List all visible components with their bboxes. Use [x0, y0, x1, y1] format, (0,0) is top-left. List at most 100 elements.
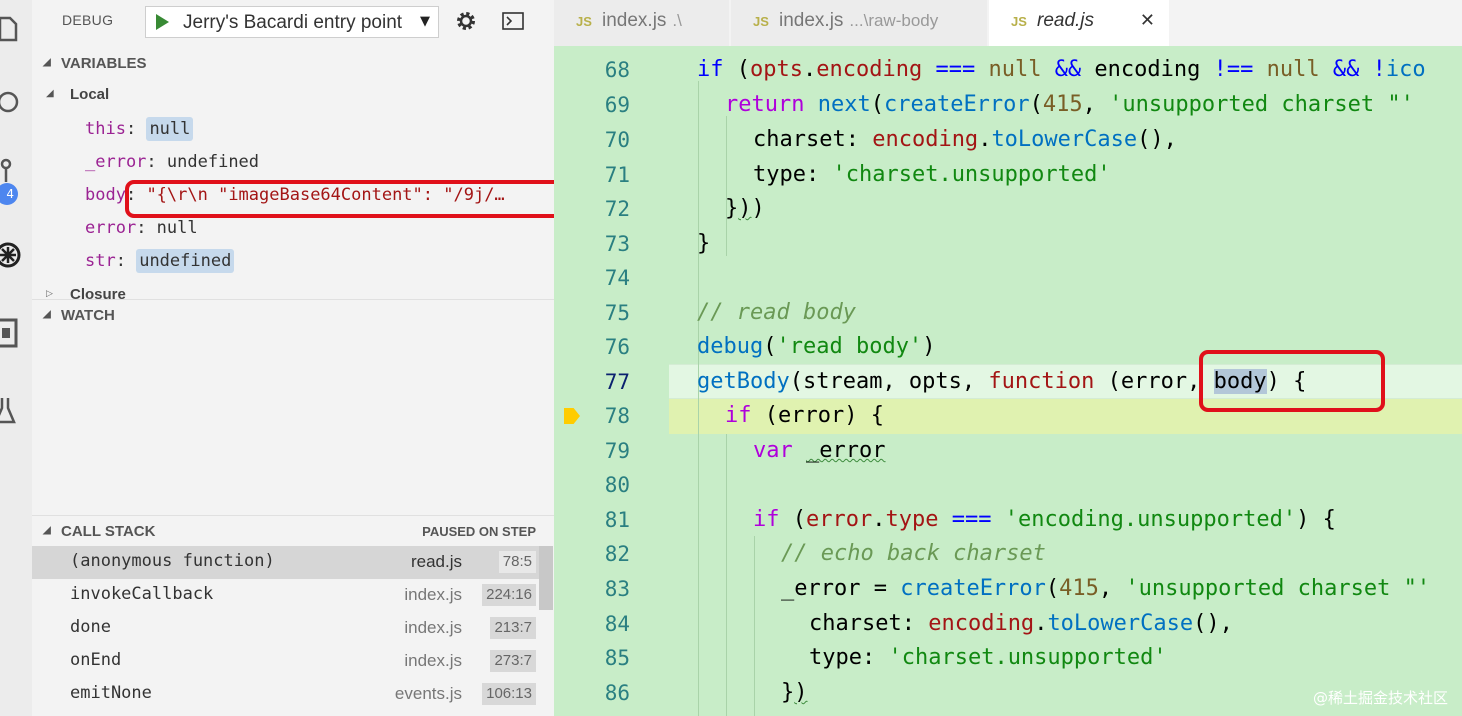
test-flask-icon[interactable] — [0, 388, 32, 428]
annotation-highlight-box — [1199, 350, 1385, 412]
close-icon[interactable]: ✕ — [1140, 10, 1155, 31]
code-line-85: type: 'charset.unsupported' — [809, 645, 1167, 670]
stack-frame[interactable]: emitNone events.js 106:13 — [32, 678, 539, 711]
line-number: 77 — [604, 370, 630, 394]
line-number: 85 — [604, 646, 630, 670]
debug-console-icon[interactable] — [502, 12, 524, 34]
code-editor[interactable]: 68 69 70 71 72 73 74 75 76 77 78 79 80 8… — [554, 46, 1462, 716]
tab-read-js[interactable]: JS read.js ✕ — [989, 0, 1170, 46]
debug-icon[interactable] — [0, 234, 32, 274]
line-number: 78 — [604, 404, 630, 428]
activity-bar: 4 — [0, 0, 32, 716]
annotation-highlight-box — [125, 180, 566, 218]
explorer-icon[interactable] — [0, 8, 32, 48]
line-number: 68 — [604, 58, 630, 82]
tab-index-js[interactable]: JS index.js .\ — [554, 0, 730, 46]
gear-icon[interactable] — [455, 10, 477, 36]
frame-position: 78:5 — [498, 551, 536, 573]
frame-file: index.js — [404, 618, 462, 637]
watch-list[interactable] — [32, 329, 554, 514]
line-number: 74 — [604, 266, 630, 290]
variable-name: error — [85, 218, 137, 238]
frame-name: onEnd — [70, 650, 122, 670]
line-number: 79 — [604, 439, 630, 463]
js-file-icon: JS — [1011, 14, 1027, 29]
frame-file: read.js — [410, 552, 462, 571]
scope-local-label: Local — [70, 86, 110, 103]
start-debugging-play-icon[interactable] — [156, 14, 169, 30]
variable-value: undefined — [166, 152, 260, 172]
editor-tabs: JS index.js .\ JS index.js ...\raw-body JS… — [554, 0, 1462, 46]
debug-toolbar: DEBUG Jerry's Bacardi entry point ▼ — [32, 0, 554, 45]
js-file-icon: JS — [576, 14, 592, 29]
watermark: @稀土掘金技术社区 — [1312, 689, 1448, 707]
variable-name: _error — [85, 152, 147, 172]
line-number: 75 — [604, 301, 630, 325]
stack-frame[interactable]: onEnd index.js 273:7 — [32, 645, 539, 678]
dropdown-caret-icon[interactable]: ▼ — [420, 14, 430, 29]
launch-config-label: Jerry's Bacardi entry point — [183, 12, 403, 33]
call-stack-section-header[interactable]: ◢ CALL STACK PAUSED ON STEP — [32, 515, 554, 545]
indent-guide — [726, 116, 727, 256]
frame-position: 213:7 — [490, 617, 536, 639]
variable-value: undefined — [136, 249, 235, 273]
call-stack-scrollbar[interactable] — [539, 546, 553, 610]
variable-_error[interactable]: _error: undefined — [85, 147, 259, 177]
line-number: 69 — [604, 93, 630, 117]
watch-section-header[interactable]: ◢ WATCH — [32, 299, 554, 329]
frame-position: 273:7 — [490, 650, 536, 672]
debug-title: DEBUG — [62, 12, 114, 28]
collapse-triangle-icon: ◢ — [46, 88, 54, 99]
line-number: 80 — [604, 473, 630, 497]
indent-guide — [754, 536, 755, 716]
line-number: 71 — [604, 163, 630, 187]
search-icon[interactable] — [0, 82, 32, 122]
scope-closure[interactable]: ▷ Closure — [32, 284, 552, 300]
paused-status: PAUSED ON STEP — [422, 524, 536, 539]
tab-path: ...\raw-body — [849, 11, 939, 30]
code-line-86: }) — [781, 680, 808, 705]
variable-value: null — [146, 117, 194, 141]
frame-name: done — [70, 617, 111, 637]
frame-file: index.js — [404, 585, 462, 604]
line-number: 73 — [604, 232, 630, 256]
variable-name: str — [85, 251, 116, 271]
tab-index-js-raw-body[interactable]: JS index.js ...\raw-body — [731, 0, 988, 46]
collapse-triangle-icon: ◢ — [43, 309, 51, 320]
variable-this[interactable]: this: null — [85, 114, 194, 144]
variables-section-header[interactable]: ◢ VARIABLES — [32, 48, 554, 78]
code-line-78: if (error) { — [725, 403, 884, 428]
line-number: 81 — [604, 508, 630, 532]
expand-triangle-icon: ▷ — [46, 289, 53, 299]
code-line-75: // read body — [697, 300, 856, 325]
line-number: 72 — [604, 197, 630, 221]
line-number: 70 — [604, 128, 630, 152]
code-line-82: // echo back charset — [781, 541, 1046, 566]
stack-frame[interactable]: invokeCallback index.js 224:16 — [32, 579, 539, 612]
frame-name: (anonymous function) — [70, 551, 275, 571]
code-line-69: return next(createError(415, 'unsupporte… — [725, 92, 1414, 117]
scope-closure-label: Closure — [70, 286, 126, 300]
line-number: 83 — [604, 577, 630, 601]
variable-name: body — [85, 185, 126, 205]
indent-guide — [726, 434, 727, 716]
code-line-70: charset: encoding.toLowerCase(), — [753, 127, 1177, 152]
line-number: 82 — [604, 542, 630, 566]
frame-file: index.js — [404, 651, 462, 670]
variable-name: this — [85, 119, 126, 139]
tab-label: index.js — [602, 10, 667, 31]
tab-label: read.js — [1037, 10, 1095, 31]
indent-guide — [698, 81, 699, 716]
variable-str[interactable]: str: undefined — [85, 246, 235, 276]
tab-label: index.js — [779, 10, 844, 31]
stack-frame[interactable]: done index.js 213:7 — [32, 612, 539, 645]
stack-frame[interactable]: (anonymous function) read.js 78:5 — [32, 546, 539, 579]
extensions-icon[interactable] — [0, 310, 32, 350]
code-line-76: debug('read body') — [697, 334, 936, 359]
launch-config-select[interactable]: Jerry's Bacardi entry point ▼ — [145, 6, 439, 38]
frame-file: events.js — [394, 684, 462, 703]
frame-name: invokeCallback — [70, 584, 214, 604]
source-control-badge: 4 — [0, 183, 18, 205]
code-line-72: })) — [725, 196, 765, 221]
code-line-73: } — [697, 231, 711, 256]
